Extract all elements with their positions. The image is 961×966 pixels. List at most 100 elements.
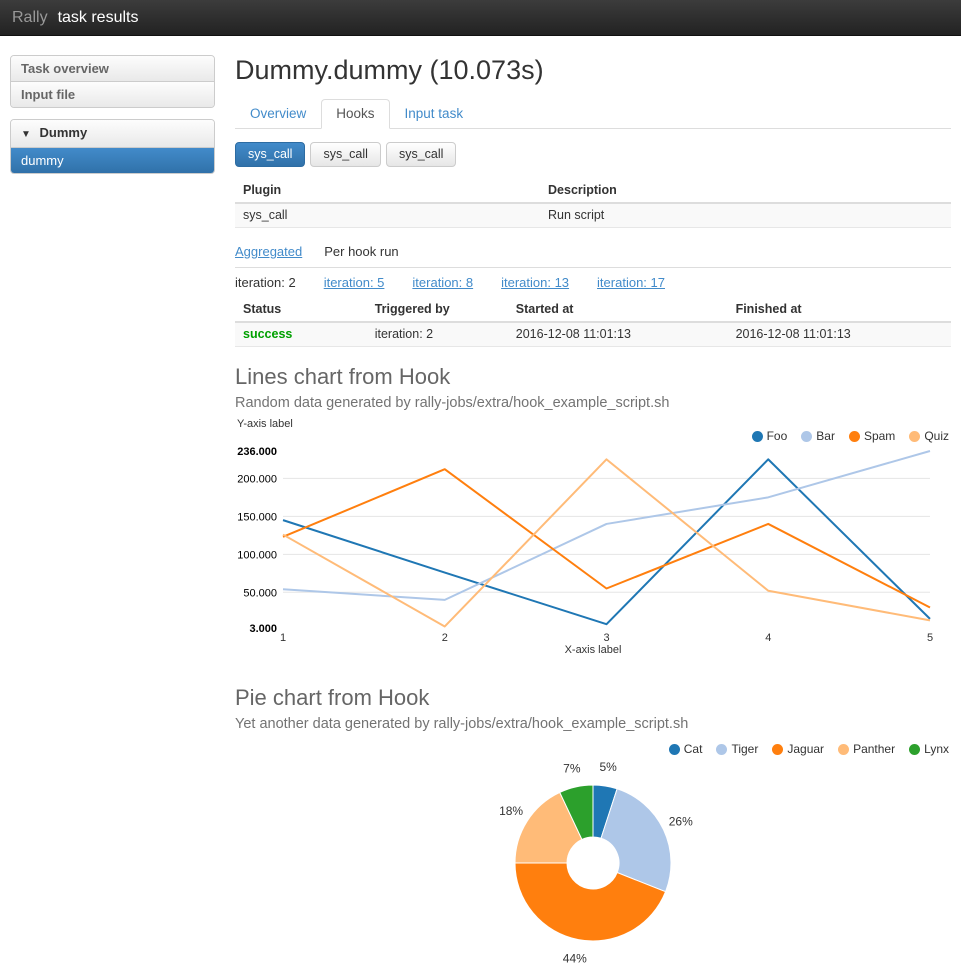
finished-at-cell: 2016-12-08 11:01:13 [728, 322, 951, 347]
runs-table-header-row: Status Triggered by Started at Finished … [235, 298, 951, 322]
aggregated-link[interactable]: Aggregated [235, 244, 302, 259]
col-header-triggered-by: Triggered by [367, 298, 508, 322]
table-row: sys_call Run script [235, 203, 951, 228]
rally-brand: Rally [12, 9, 48, 27]
legend-item-lynx[interactable]: Lynx [909, 742, 949, 756]
x-tick-label: 1 [280, 632, 286, 644]
legend-dot-icon [752, 431, 763, 442]
legend-dot-icon [849, 431, 860, 442]
triggered-by-cell: iteration: 2 [367, 322, 508, 347]
hook-button-row: sys_call sys_call sys_call [235, 142, 951, 167]
pie-chart-subtitle: Yet another data generated by rally-jobs… [235, 716, 951, 732]
top-navbar: Rally task results [0, 0, 961, 36]
pie-percent-label: 18% [499, 804, 523, 818]
line-series-bar [283, 451, 930, 600]
pie-percent-label: 5% [600, 760, 618, 774]
legend-dot-icon [909, 431, 920, 442]
legend-label: Tiger [731, 742, 758, 756]
col-header-plugin: Plugin [235, 179, 540, 203]
tab-input-task[interactable]: Input task [390, 99, 479, 129]
line-chart-svg: 236.000200.000150.000100.00050.0003.0001… [235, 416, 951, 666]
per-hook-run-label: Per hook run [324, 244, 398, 259]
view-toggle-row: Aggregated Per hook run [235, 244, 951, 268]
x-tick-label: 2 [442, 632, 448, 644]
sidebar-item-dummy[interactable]: dummy [11, 148, 214, 173]
iteration-link-5[interactable]: iteration: 5 [324, 275, 385, 290]
legend-dot-icon [909, 744, 920, 755]
pie-chart-legend: Cat Tiger Jaguar Panther Lynx [655, 742, 949, 756]
main-content: Dummy.dummy (10.073s) Overview Hooks Inp… [235, 55, 951, 966]
legend-item-tiger[interactable]: Tiger [716, 742, 758, 756]
y-tick-label: 50.000 [243, 587, 277, 599]
sidebar-group-header-dummy[interactable]: ▼ Dummy [11, 120, 214, 148]
sidebar-item-task-overview[interactable]: Task overview [11, 56, 214, 81]
legend-label: Panther [853, 742, 895, 756]
pie-chart: 5%26%44%18%7% Cat Tiger Jaguar Panther L… [235, 734, 951, 966]
legend-label: Jaguar [787, 742, 824, 756]
line-series-foo [283, 459, 930, 624]
sidebar-item-input-file[interactable]: Input file [11, 81, 214, 107]
line-chart-legend: Foo Bar Spam Quiz [738, 429, 949, 443]
iteration-current: iteration: 2 [235, 275, 296, 290]
line-series-quiz [283, 459, 930, 626]
pie-chart-title: Pie chart from Hook [235, 685, 951, 710]
lines-chart-title: Lines chart from Hook [235, 364, 951, 389]
col-header-started-at: Started at [508, 298, 728, 322]
hook-button-1[interactable]: sys_call [235, 142, 305, 167]
navbar-title: task results [58, 9, 139, 27]
line-series-spam [283, 469, 930, 607]
legend-label: Spam [864, 429, 895, 443]
legend-item-quiz[interactable]: Quiz [909, 429, 949, 443]
col-header-description: Description [540, 179, 951, 203]
tab-overview[interactable]: Overview [235, 99, 321, 129]
collapse-arrow-icon: ▼ [21, 129, 31, 140]
legend-dot-icon [801, 431, 812, 442]
pie-chart-svg: 5%26%44%18%7% [235, 734, 951, 966]
legend-dot-icon [772, 744, 783, 755]
legend-item-cat[interactable]: Cat [669, 742, 703, 756]
col-header-finished-at: Finished at [728, 298, 951, 322]
iterations-row: iteration: 2 iteration: 5 iteration: 8 iter… [235, 268, 951, 290]
legend-label: Foo [767, 429, 788, 443]
sidebar: Task overview Input file ▼ Dummy dummy [10, 55, 215, 966]
legend-label: Lynx [924, 742, 949, 756]
x-axis-label: X-axis label [235, 644, 951, 656]
legend-item-foo[interactable]: Foo [752, 429, 788, 443]
hook-button-2[interactable]: sys_call [310, 142, 380, 167]
y-tick-label: 150.000 [237, 511, 277, 523]
plugin-table: Plugin Description sys_call Run script [235, 179, 951, 228]
y-tick-label: 236.000 [237, 446, 277, 458]
x-tick-label: 5 [927, 632, 933, 644]
iteration-link-17[interactable]: iteration: 17 [597, 275, 665, 290]
plugin-table-header-row: Plugin Description [235, 179, 951, 203]
pie-percent-label: 26% [669, 815, 693, 829]
legend-item-panther[interactable]: Panther [838, 742, 895, 756]
started-at-cell: 2016-12-08 11:01:13 [508, 322, 728, 347]
iteration-link-8[interactable]: iteration: 8 [412, 275, 473, 290]
tab-hooks[interactable]: Hooks [321, 99, 389, 129]
legend-dot-icon [669, 744, 680, 755]
table-row: success iteration: 2 2016-12-08 11:01:13… [235, 322, 951, 347]
lines-chart-subtitle: Random data generated by rally-jobs/extr… [235, 395, 951, 411]
content-wrap: Task overview Input file ▼ Dummy dummy D… [0, 36, 961, 966]
plugin-description-cell: Run script [540, 203, 951, 228]
legend-label: Cat [684, 742, 703, 756]
page-title: Dummy.dummy (10.073s) [235, 55, 951, 85]
sidebar-group-label: Dummy [40, 125, 88, 140]
x-tick-label: 4 [765, 632, 771, 644]
sidebar-nav-group: Task overview Input file [10, 55, 215, 108]
legend-item-spam[interactable]: Spam [849, 429, 895, 443]
y-tick-label: 3.000 [249, 623, 277, 635]
x-tick-label: 3 [603, 632, 609, 644]
sidebar-scenario-group: ▼ Dummy dummy [10, 119, 215, 174]
hook-button-3[interactable]: sys_call [386, 142, 456, 167]
tab-bar: Overview Hooks Input task [235, 99, 951, 129]
legend-item-bar[interactable]: Bar [801, 429, 835, 443]
page: Rally task results Task overview Input f… [0, 0, 961, 966]
y-tick-label: 100.000 [237, 549, 277, 561]
legend-item-jaguar[interactable]: Jaguar [772, 742, 824, 756]
line-chart: Y-axis label 236.000200.000150.000100.00… [235, 416, 951, 666]
plugin-name-cell: sys_call [235, 203, 540, 228]
iteration-link-13[interactable]: iteration: 13 [501, 275, 569, 290]
legend-label: Bar [816, 429, 835, 443]
